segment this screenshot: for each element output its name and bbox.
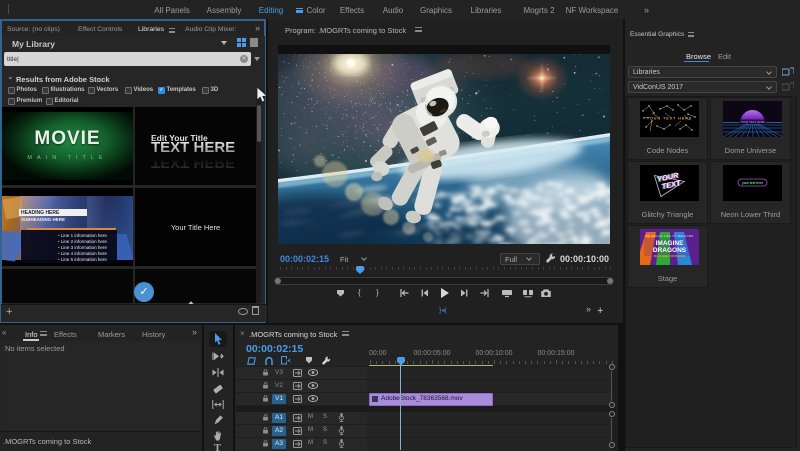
svg-text:YOUR TEXT HERE: YOUR TEXT HERE [740, 120, 765, 124]
svg-text:YOUR TEXT HERE: YOUR TEXT HERE [647, 117, 693, 121]
svg-text:IMAGINE: IMAGINE [656, 240, 684, 247]
svg-text:DRAGONS: DRAGONS [653, 247, 687, 254]
svg-text:FEATURING YOUR NAME: FEATURING YOUR NAME [654, 254, 686, 258]
svg-text:your text here: your text here [742, 181, 763, 185]
svg-text:WE WOULD LIKE TO WELCOME: WE WOULD LIKE TO WELCOME [645, 235, 693, 238]
